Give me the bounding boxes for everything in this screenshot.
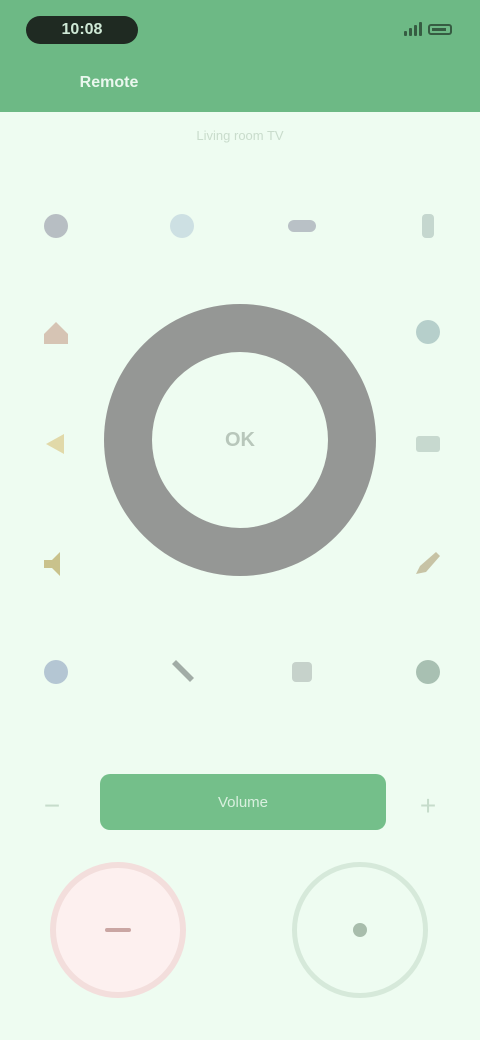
- input-icon: [170, 214, 194, 238]
- volume-label: Volume: [217, 793, 269, 811]
- guide-icon: [416, 436, 440, 452]
- ok-label: OK: [225, 428, 255, 451]
- volume-slider[interactable]: Volume: [100, 774, 386, 830]
- battery-icon: [428, 23, 452, 35]
- edit-icon: [416, 552, 440, 574]
- menu-icon: [288, 220, 316, 232]
- info-icon: [422, 214, 434, 238]
- menu-button[interactable]: [270, 194, 334, 258]
- signal-icon: [404, 22, 422, 36]
- home-button[interactable]: [24, 300, 88, 364]
- power-icon: [44, 214, 68, 238]
- app-header: 10:08 Remote: [0, 0, 480, 112]
- volume-down-button[interactable]: −: [32, 786, 72, 826]
- power-off-button[interactable]: [50, 862, 186, 998]
- guide-button[interactable]: [396, 412, 460, 476]
- apps-button[interactable]: [270, 640, 334, 704]
- status-icons: [386, 20, 452, 38]
- voice-icon: [44, 660, 68, 684]
- power-button[interactable]: [24, 194, 88, 258]
- keypad-button[interactable]: [396, 640, 460, 704]
- edit-button[interactable]: [396, 532, 460, 596]
- input-button[interactable]: [150, 194, 214, 258]
- settings-button[interactable]: [396, 300, 460, 364]
- tools-icon: [172, 660, 194, 682]
- home-icon: [44, 322, 68, 344]
- keypad-icon: [416, 660, 440, 684]
- back-button[interactable]: [24, 412, 88, 476]
- voice-button[interactable]: [24, 640, 88, 704]
- volume-up-button[interactable]: +: [408, 786, 448, 826]
- mute-button[interactable]: [24, 532, 88, 596]
- tools-button[interactable]: [150, 640, 214, 704]
- settings-icon: [416, 320, 440, 344]
- page-title: Remote: [79, 74, 139, 91]
- info-button[interactable]: [396, 194, 460, 258]
- status-time: 10:08: [26, 16, 138, 44]
- back-icon: [46, 434, 64, 454]
- ok-button[interactable]: OK: [152, 352, 328, 528]
- minus-icon: [105, 928, 131, 932]
- navigation-dial[interactable]: OK: [104, 304, 376, 576]
- microphone-button[interactable]: [292, 862, 428, 998]
- apps-icon: [292, 662, 312, 682]
- microphone-icon: [353, 923, 367, 937]
- mute-icon: [44, 552, 60, 576]
- device-subtitle: Living room TV: [196, 128, 284, 143]
